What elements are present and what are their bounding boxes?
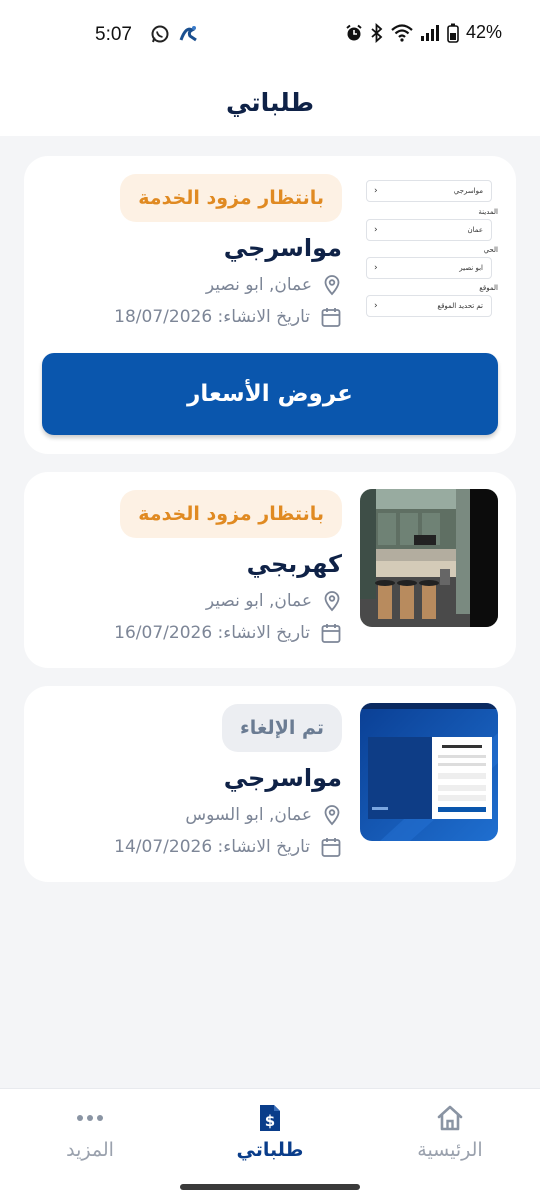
created-date: تاريخ الانشاء: 16/07/2026 <box>114 623 310 643</box>
created-date: تاريخ الانشاء: 18/07/2026 <box>114 307 310 327</box>
form-field: ابو نصير › <box>366 257 492 279</box>
location-pin-icon <box>324 275 340 296</box>
calendar-icon <box>321 624 341 643</box>
calendar-icon <box>321 838 341 857</box>
gesture-bar <box>0 1176 540 1200</box>
alarm-icon <box>346 24 362 40</box>
chevron-icon: › <box>374 301 378 311</box>
location-pin-icon <box>324 805 340 826</box>
location-row: عمان, ابو نصير <box>114 274 342 296</box>
home-indicator[interactable] <box>180 1184 360 1190</box>
chevron-icon: › <box>374 263 378 273</box>
location-text: عمان, ابو نصير <box>205 591 312 611</box>
status-bar: 5:07 42% <box>0 0 540 68</box>
nav-more[interactable]: المزيد <box>15 1089 165 1177</box>
date-row: تاريخ الانشاء: 14/07/2026 <box>114 836 342 858</box>
created-date: تاريخ الانشاء: 14/07/2026 <box>114 837 310 857</box>
calendar-icon <box>321 308 341 327</box>
app-notification-icon <box>179 26 197 42</box>
form-field: عمان › <box>366 219 492 241</box>
order-info: تم الإلغاء مواسرجي عمان, ابو السوس تاريخ… <box>114 704 342 858</box>
form-field: تم تحديد الموقع › <box>366 295 492 317</box>
nav-orders-label: طلباتي <box>236 1139 304 1161</box>
status-time: 5:07 <box>95 24 132 45</box>
signal-icon <box>420 24 439 41</box>
chevron-icon: › <box>374 225 378 235</box>
nav-home[interactable]: الرئيسية <box>375 1089 525 1177</box>
svg-text:$: $ <box>265 1112 275 1130</box>
status-badge: بانتظار مزود الخدمة <box>120 174 342 222</box>
battery-icon <box>447 23 459 43</box>
battery-percent: 42% <box>465 22 502 42</box>
whatsapp-icon <box>151 25 169 43</box>
form-field: مواسرجي › <box>366 180 492 202</box>
price-offers-button[interactable]: عروض الأسعار <box>42 353 498 435</box>
chevron-icon: › <box>374 186 378 196</box>
order-card[interactable]: بانتظار مزود الخدمة كهربجي عمان, ابو نصي… <box>24 472 516 668</box>
location-text: عمان, ابو نصير <box>205 275 312 295</box>
more-dots-icon <box>77 1115 103 1121</box>
service-name: مواسرجي <box>223 234 342 262</box>
invoice-dollar-icon: $ <box>260 1105 280 1131</box>
order-info: بانتظار مزود الخدمة مواسرجي عمان, ابو نص… <box>114 174 342 328</box>
order-thumbnail <box>360 489 498 627</box>
date-row: تاريخ الانشاء: 16/07/2026 <box>114 622 342 644</box>
service-name: مواسرجي <box>223 764 342 792</box>
date-row: تاريخ الانشاء: 18/07/2026 <box>114 306 342 328</box>
order-thumbnail: مواسرجي › المدينة عمان › الحي ابو نصير › ال… <box>364 168 502 328</box>
bluetooth-icon <box>371 22 383 43</box>
order-card[interactable]: تم الإلغاء مواسرجي عمان, ابو السوس تاريخ… <box>24 686 516 882</box>
app-header: طلباتي <box>0 68 540 136</box>
order-thumbnail <box>360 703 498 841</box>
location-text: عمان, ابو السوس <box>185 805 312 825</box>
nav-orders[interactable]: $ طلباتي <box>195 1089 345 1177</box>
home-icon <box>437 1105 463 1131</box>
bottom-nav: الرئيسية $ طلباتي المزيد <box>0 1088 540 1176</box>
nav-more-label: المزيد <box>66 1139 114 1161</box>
location-row: عمان, ابو السوس <box>114 804 342 826</box>
order-info: بانتظار مزود الخدمة كهربجي عمان, ابو نصي… <box>114 490 342 644</box>
status-badge: بانتظار مزود الخدمة <box>120 490 342 538</box>
status-badge: تم الإلغاء <box>221 704 342 752</box>
page-title: طلباتي <box>225 87 315 117</box>
nav-home-label: الرئيسية <box>417 1139 483 1161</box>
order-card[interactable]: مواسرجي › المدينة عمان › الحي ابو نصير › ال… <box>24 156 516 454</box>
service-name: كهربجي <box>246 550 342 578</box>
wifi-icon <box>391 23 413 42</box>
location-row: عمان, ابو نصير <box>114 590 342 612</box>
location-pin-icon <box>324 591 340 612</box>
